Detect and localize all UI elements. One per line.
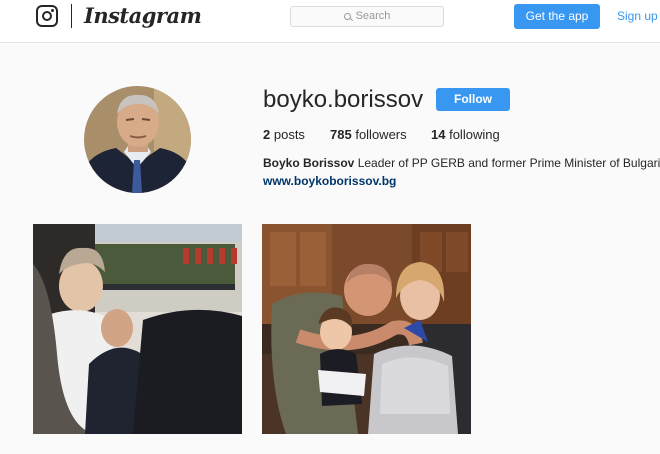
profile-avatar <box>84 86 191 193</box>
get-the-app-button[interactable]: Get the app <box>514 4 600 29</box>
instagram-camera-icon[interactable] <box>36 5 58 27</box>
instagram-wordmark[interactable]: Instagram <box>84 2 202 30</box>
posts-stat: 2 posts <box>263 126 305 144</box>
sign-up-link[interactable]: Sign up <box>617 4 658 29</box>
profile-website-link[interactable]: www.boykoborissov.bg <box>263 173 396 190</box>
posts-count: 2 <box>263 127 271 142</box>
profile-full-name: Boyko Borissov <box>263 156 355 170</box>
profile-username: boyko.borissov <box>263 86 424 113</box>
post-thumbnail-ceremony[interactable] <box>33 224 242 434</box>
following-label: following <box>449 127 500 142</box>
nav-divider <box>71 4 72 28</box>
following-count: 14 <box>431 127 446 142</box>
photo-ceremony <box>33 224 242 434</box>
search-icon <box>343 13 351 20</box>
followers-count: 785 <box>330 127 352 142</box>
followers-stat[interactable]: 785 followers <box>330 126 407 144</box>
post-thumbnail-family[interactable] <box>262 224 471 434</box>
profile-bio-text: Leader of PP GERB and former Prime Minis… <box>357 156 660 170</box>
followers-label: followers <box>355 127 407 142</box>
profile-bio: Boyko Borissov Leader of PP GERB and for… <box>263 155 660 172</box>
posts-label: posts <box>273 127 305 142</box>
search-input[interactable]: Search <box>290 6 444 27</box>
top-nav: Instagram Search Get the app Sign up <box>0 0 660 43</box>
follow-button[interactable]: Follow <box>436 88 510 111</box>
photo-family <box>262 224 471 434</box>
following-stat[interactable]: 14 following <box>431 126 500 144</box>
search-placeholder: Search <box>355 10 391 22</box>
